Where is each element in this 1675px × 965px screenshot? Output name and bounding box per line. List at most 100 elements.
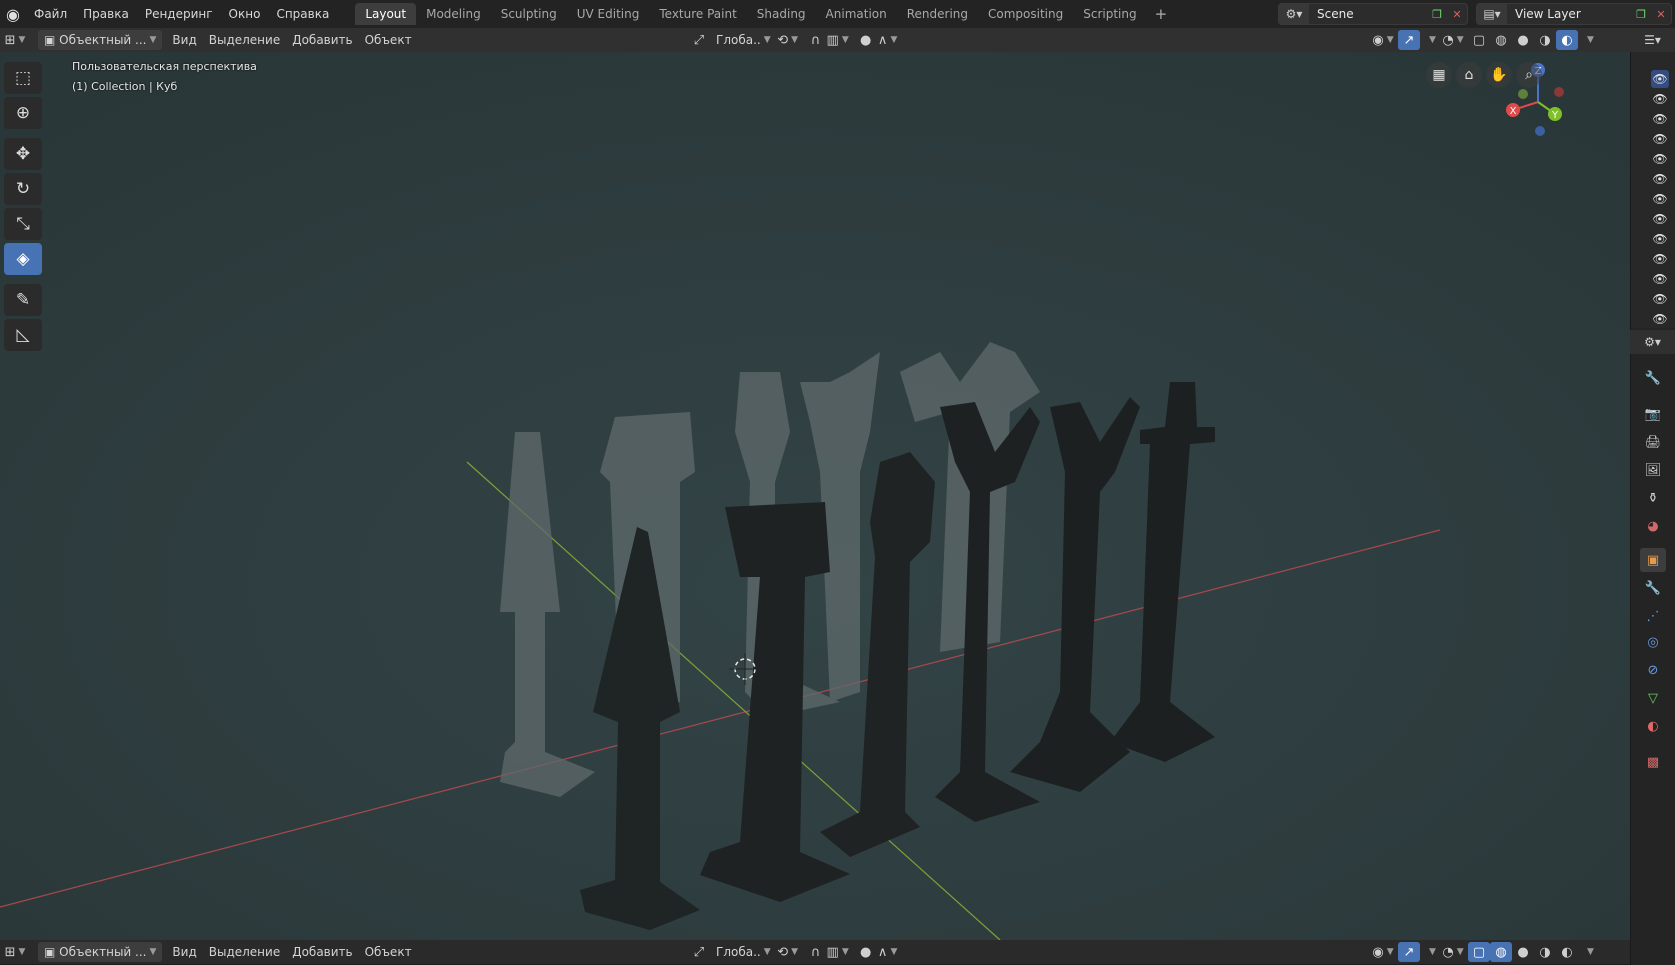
- move-icon[interactable]: ✥: [4, 138, 42, 170]
- zoom-icon[interactable]: ⌕: [1516, 62, 1542, 88]
- neg-x-axis-handle[interactable]: [1554, 87, 1564, 97]
- scene-icon[interactable]: ⚙▾: [1279, 4, 1309, 24]
- snap-target-icon[interactable]: ▥ ▼: [827, 30, 849, 50]
- menu-help[interactable]: Справка: [268, 3, 337, 25]
- properties-editor-icon[interactable]: ⚙▾: [1644, 335, 1661, 349]
- new-scene-icon[interactable]: ❐: [1427, 4, 1447, 24]
- menu-add[interactable]: Добавить: [286, 942, 358, 962]
- eye-icon[interactable]: 👁: [1651, 110, 1669, 128]
- snap-magnet-icon[interactable]: ∩: [805, 942, 827, 962]
- eye-icon[interactable]: 👁: [1651, 210, 1669, 228]
- delete-scene-icon[interactable]: ✕: [1447, 4, 1467, 24]
- blender-logo-icon[interactable]: ◉: [0, 0, 26, 28]
- scale-icon[interactable]: ⤡: [4, 208, 42, 240]
- pivot-icon[interactable]: ⟲ ▼: [777, 30, 799, 50]
- tab-compositing[interactable]: Compositing: [978, 3, 1073, 25]
- gizmo-toggle-icon[interactable]: ↗: [1398, 942, 1420, 962]
- rendered-shading-icon[interactable]: ◐: [1556, 942, 1578, 962]
- view-layer-name[interactable]: View Layer: [1507, 7, 1631, 21]
- menu-select[interactable]: Выделение: [203, 942, 286, 962]
- rotate-icon[interactable]: ↻: [4, 173, 42, 205]
- select-box-icon[interactable]: ⬚: [4, 62, 42, 94]
- neg-y-axis-handle[interactable]: [1518, 89, 1528, 99]
- editor-type-icon[interactable]: ⊞ ▼: [4, 942, 26, 962]
- material-properties-icon[interactable]: ◐: [1640, 714, 1666, 738]
- object-properties-icon[interactable]: ▣: [1640, 548, 1666, 572]
- xray-icon[interactable]: ▢: [1468, 30, 1490, 50]
- pivot-icon[interactable]: ⟲ ▼: [777, 942, 799, 962]
- outliner-header[interactable]: ☰▾: [1630, 28, 1675, 52]
- eye-icon[interactable]: 👁: [1651, 190, 1669, 208]
- gizmo-menu-icon[interactable]: ▼: [1420, 30, 1442, 50]
- eye-icon[interactable]: 👁: [1651, 290, 1669, 308]
- menu-file[interactable]: Файл: [26, 3, 75, 25]
- eye-icon[interactable]: 👁: [1651, 270, 1669, 288]
- eye-icon[interactable]: 👁: [1651, 90, 1669, 108]
- snap-target-icon[interactable]: ▥ ▼: [827, 942, 849, 962]
- modifier-properties-icon[interactable]: 🔧: [1640, 576, 1666, 600]
- visibility-icon[interactable]: ◉ ▼: [1372, 30, 1394, 50]
- tab-uv-editing[interactable]: UV Editing: [567, 3, 650, 25]
- xray-icon[interactable]: ▢: [1468, 942, 1490, 962]
- gizmo-menu-icon[interactable]: ▼: [1420, 942, 1442, 962]
- scene-name[interactable]: Scene: [1309, 7, 1427, 21]
- tab-scripting[interactable]: Scripting: [1073, 3, 1146, 25]
- eye-icon[interactable]: 👁: [1651, 130, 1669, 148]
- view-layer-properties-icon[interactable]: 🖼: [1640, 458, 1666, 482]
- measure-icon[interactable]: ◺: [4, 319, 42, 351]
- solid-shading-icon[interactable]: ●: [1512, 942, 1534, 962]
- overlay-toggle-icon[interactable]: ◔ ▼: [1442, 30, 1464, 50]
- texture-properties-icon[interactable]: ▩: [1640, 750, 1666, 774]
- orientation-icon[interactable]: ⤢: [688, 30, 710, 50]
- wireframe-shading-icon[interactable]: ◍: [1490, 942, 1512, 962]
- tab-layout[interactable]: Layout: [355, 3, 417, 25]
- menu-object[interactable]: Объект: [359, 942, 418, 962]
- menu-view[interactable]: Вид: [166, 30, 202, 50]
- mode-selector[interactable]: ▣ Объектный ... ▼: [38, 30, 163, 50]
- cursor-icon[interactable]: ⊕: [4, 97, 42, 129]
- neg-z-axis-handle[interactable]: [1535, 126, 1545, 136]
- transform-icon[interactable]: ◈: [4, 243, 42, 275]
- render-properties-icon[interactable]: 📷: [1640, 402, 1666, 426]
- menu-select[interactable]: Выделение: [203, 30, 286, 50]
- new-view-layer-icon[interactable]: ❐: [1631, 4, 1651, 24]
- mode-selector[interactable]: ▣ Объектный ... ▼: [38, 942, 163, 962]
- view-layer-selector[interactable]: ▤▾ View Layer ❐ ✕: [1476, 3, 1672, 25]
- material-shading-icon[interactable]: ◑: [1534, 30, 1556, 50]
- material-shading-icon[interactable]: ◑: [1534, 942, 1556, 962]
- eye-icon[interactable]: 👁: [1651, 70, 1669, 88]
- physics-properties-icon[interactable]: ◎: [1640, 630, 1666, 654]
- particle-properties-icon[interactable]: ⋰: [1640, 604, 1666, 628]
- eye-icon[interactable]: 👁: [1651, 230, 1669, 248]
- outliner-editor-icon[interactable]: ☰▾: [1644, 33, 1661, 47]
- snap-magnet-icon[interactable]: ∩: [805, 30, 827, 50]
- tab-animation[interactable]: Animation: [816, 3, 897, 25]
- delete-view-layer-icon[interactable]: ✕: [1651, 4, 1671, 24]
- world-properties-icon[interactable]: ◕: [1640, 514, 1666, 538]
- eye-icon[interactable]: 👁: [1651, 150, 1669, 168]
- 3d-viewport[interactable]: Z X Y Пользовательская перспектива (1) C…: [0, 52, 1630, 940]
- tab-modeling[interactable]: Modeling: [416, 3, 491, 25]
- menu-window[interactable]: Окно: [221, 3, 269, 25]
- tab-shading[interactable]: Shading: [747, 3, 816, 25]
- proportional-edit-icon[interactable]: ●: [855, 942, 877, 962]
- output-properties-icon[interactable]: 🖨: [1640, 430, 1666, 454]
- visibility-icon[interactable]: ◉ ▼: [1372, 942, 1394, 962]
- toggle-camera-grid-icon[interactable]: ▦: [1426, 62, 1452, 88]
- falloff-icon[interactable]: ∧ ▼: [877, 30, 899, 50]
- menu-object[interactable]: Объект: [359, 30, 418, 50]
- menu-render[interactable]: Рендеринг: [137, 3, 221, 25]
- orientation-selector[interactable]: Глоба.. ▼: [710, 30, 777, 50]
- tool-properties-icon[interactable]: 🔧: [1640, 366, 1666, 390]
- solid-shading-icon[interactable]: ●: [1512, 30, 1534, 50]
- menu-edit[interactable]: Правка: [75, 3, 137, 25]
- shading-menu-icon[interactable]: ▼: [1578, 30, 1600, 50]
- menu-view[interactable]: Вид: [166, 942, 202, 962]
- menu-add[interactable]: Добавить: [286, 30, 358, 50]
- tab-sculpting[interactable]: Sculpting: [491, 3, 567, 25]
- tab-texture-paint[interactable]: Texture Paint: [649, 3, 746, 25]
- eye-icon[interactable]: 👁: [1651, 310, 1669, 328]
- editor-type-icon[interactable]: ⊞ ▼: [4, 30, 26, 50]
- falloff-icon[interactable]: ∧ ▼: [877, 942, 899, 962]
- add-workspace-button[interactable]: +: [1147, 5, 1176, 23]
